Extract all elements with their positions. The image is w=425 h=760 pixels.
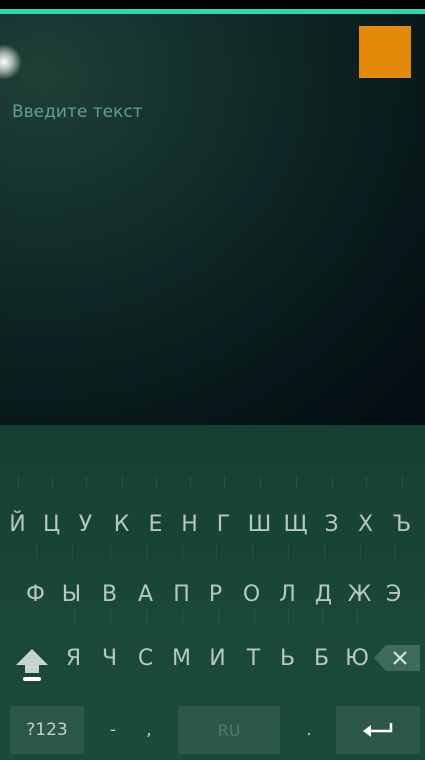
key-letter[interactable]: Ъ xyxy=(384,475,420,549)
key-row-3: Я Ч С М И Т Ь Б Ю xyxy=(0,609,425,683)
key-letter[interactable]: С xyxy=(130,609,161,683)
accept-button[interactable] xyxy=(359,26,411,78)
key-letter[interactable]: Э xyxy=(378,545,409,619)
key-letter[interactable]: Ь xyxy=(272,609,303,683)
key-letter[interactable]: О xyxy=(236,545,267,619)
key-letter[interactable]: Ф xyxy=(20,545,51,619)
key-letter[interactable]: Т xyxy=(238,609,269,683)
dash-key[interactable]: - xyxy=(98,706,128,754)
key-letter[interactable]: Й xyxy=(2,475,33,549)
key-letter[interactable]: Е xyxy=(140,475,171,549)
comma-key[interactable]: , xyxy=(134,706,164,754)
key-letter[interactable]: И xyxy=(202,609,233,683)
key-letter[interactable]: Щ xyxy=(280,475,311,549)
status-bar xyxy=(0,0,425,14)
key-letter[interactable]: У xyxy=(70,475,101,549)
period-key[interactable]: . xyxy=(294,706,324,754)
key-row-1: Й Ц У К Е Н Г Ш Щ З Х Ъ xyxy=(0,475,425,549)
symbols-key[interactable]: ?123 xyxy=(10,706,84,754)
key-letter[interactable]: Я xyxy=(58,609,89,683)
text-editor-area[interactable]: Введите текст xyxy=(0,14,425,425)
key-letter[interactable]: К xyxy=(106,475,137,549)
pulley-menu-indicator xyxy=(0,44,22,80)
key-letter[interactable]: Н xyxy=(174,475,205,549)
backspace-key[interactable] xyxy=(374,645,420,671)
key-letter[interactable]: Ц xyxy=(36,475,67,549)
virtual-keyboard: Й Ц У К Е Н Г Ш Щ З Х Ъ Ф Ы В А П Р О Л … xyxy=(0,425,425,760)
key-letter[interactable]: Г xyxy=(208,475,239,549)
shift-key[interactable] xyxy=(14,647,50,683)
key-letter[interactable]: Б xyxy=(306,609,337,683)
enter-key[interactable] xyxy=(336,706,420,754)
key-row-bottom: ?123 - , RU . xyxy=(0,706,425,758)
key-letter[interactable]: М xyxy=(166,609,197,683)
key-letter[interactable]: Р xyxy=(200,545,231,619)
space-key[interactable]: RU xyxy=(178,706,280,754)
key-letter[interactable]: З xyxy=(316,475,347,549)
key-letter[interactable]: Ш xyxy=(244,475,275,549)
key-row-2: Ф Ы В А П Р О Л Д Ж Э xyxy=(0,545,425,619)
backspace-icon xyxy=(374,645,420,671)
key-letter[interactable]: Ы xyxy=(56,545,87,619)
enter-return-icon xyxy=(363,723,393,737)
shift-arrow-icon xyxy=(16,649,48,681)
key-letter[interactable]: Д xyxy=(308,545,339,619)
key-letter[interactable]: Х xyxy=(350,475,381,549)
text-input-placeholder[interactable]: Введите текст xyxy=(12,102,143,122)
key-letter[interactable]: Ю xyxy=(340,609,374,683)
key-letter[interactable]: Ч xyxy=(94,609,125,683)
key-letter[interactable]: Ж xyxy=(344,545,375,619)
